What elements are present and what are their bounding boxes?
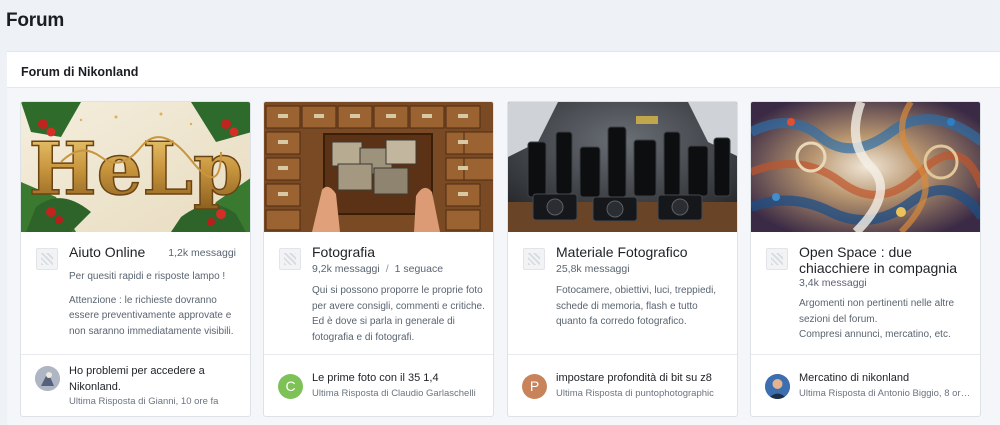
forum-description: Qui si possono proporre le proprie foto …: [312, 283, 487, 353]
post-count: 1,2k messaggi: [168, 247, 236, 259]
page-title: Forum: [6, 10, 65, 31]
description-line: Qui si possono proporre le proprie foto …: [312, 285, 485, 312]
forum-card-materiale-fotografico: Materiale Fotografico 25,8k messaggi Fot…: [507, 101, 738, 417]
forum-icon: [279, 248, 301, 270]
last-post: P impostare profondità di bit su z8 Ulti…: [508, 355, 737, 416]
user-photo-avatar[interactable]: [35, 366, 60, 391]
forum-description: Per quesiti rapidi e risposte lampo ! At…: [69, 269, 244, 347]
last-post-title[interactable]: Le prime foto con il 35 1,4: [312, 371, 484, 387]
svg-text:HeLp: HeLp: [29, 126, 244, 211]
forum-card-aiuto-online: HeLp Aiuto Online 1,2k messaggi Per ques…: [20, 101, 251, 417]
last-post: C Le prime foto con il 35 1,4 Ultima Ris…: [264, 355, 493, 416]
forum-icon: [36, 248, 58, 270]
last-reply-info: Ultima Risposta di Gianni, 10 ore fa: [69, 396, 219, 407]
help-lettering-image[interactable]: HeLp: [21, 102, 250, 232]
forum-title[interactable]: Open Space : due chiacchiere in compagni…: [799, 244, 974, 276]
forum-description: Argomenti non pertinenti nelle altre sez…: [799, 296, 974, 351]
last-reply-info: Ultima Risposta di Antonio Biggio, 8 ore…: [799, 388, 971, 399]
forum-stats: 9,2k messaggi/1 seguace: [312, 263, 444, 275]
last-reply-info: Ultima Risposta di puntophotographic: [556, 388, 714, 399]
forum-card-open-space: Open Space : due chiacchiere in compagni…: [750, 101, 981, 417]
camera-gear-image[interactable]: [508, 102, 737, 232]
forum-title[interactable]: Fotografia: [312, 244, 375, 260]
last-post-title[interactable]: impostare profondità di bit su z8: [556, 371, 728, 387]
forum-description: Fotocamere, obiettivi, luci, treppiedi, …: [556, 283, 731, 338]
follower-count[interactable]: 1 seguace: [395, 263, 443, 275]
user-avatar[interactable]: P: [522, 374, 547, 399]
post-count: 9,2k messaggi: [312, 263, 380, 275]
last-reply-info: Ultima Risposta di Claudio Garlaschelli: [312, 388, 476, 399]
forum-card-fotografia: Fotografia 9,2k messaggi/1 seguace Qui s…: [263, 101, 494, 417]
description-line: Ed è dove si parla in generale di fotogr…: [312, 316, 455, 343]
section-header: Forum di Nikonland: [7, 52, 1000, 88]
forum-title[interactable]: Aiuto Online: [69, 244, 145, 260]
description-line: Attenzione : le richieste dovranno esser…: [69, 294, 234, 337]
user-photo-avatar[interactable]: [765, 374, 790, 399]
section-title: Forum di Nikonland: [21, 65, 139, 79]
abstract-swirl-image[interactable]: [751, 102, 980, 232]
forum-icon: [523, 248, 545, 270]
last-post-title[interactable]: Mercatino di nikonland: [799, 371, 971, 387]
forum-icon: [766, 248, 788, 270]
description-line: Fotocamere, obiettivi, luci, treppiedi, …: [556, 285, 717, 327]
forum-title[interactable]: Materiale Fotografico: [556, 244, 688, 260]
photo-archive-image[interactable]: [264, 102, 493, 232]
description-line: Compresi annunci, mercatino, etc.: [799, 329, 951, 340]
post-count: 25,8k messaggi: [556, 263, 630, 275]
last-post: Mercatino di nikonland Ultima Risposta d…: [751, 355, 980, 416]
last-post: Ho problemi per accedere a Nikonland. Ul…: [21, 355, 250, 416]
description-line: Argomenti non pertinenti nelle altre sez…: [799, 298, 955, 325]
user-avatar[interactable]: C: [278, 374, 303, 399]
last-post-title[interactable]: Ho problemi per accedere a Nikonland.: [69, 364, 241, 395]
description-line: Per quesiti rapidi e risposte lampo !: [69, 271, 226, 282]
forum-section: Forum di Nikonland HeLp Aiuto Online 1,2…: [7, 51, 1000, 425]
post-count: 3,4k messaggi: [799, 277, 867, 289]
